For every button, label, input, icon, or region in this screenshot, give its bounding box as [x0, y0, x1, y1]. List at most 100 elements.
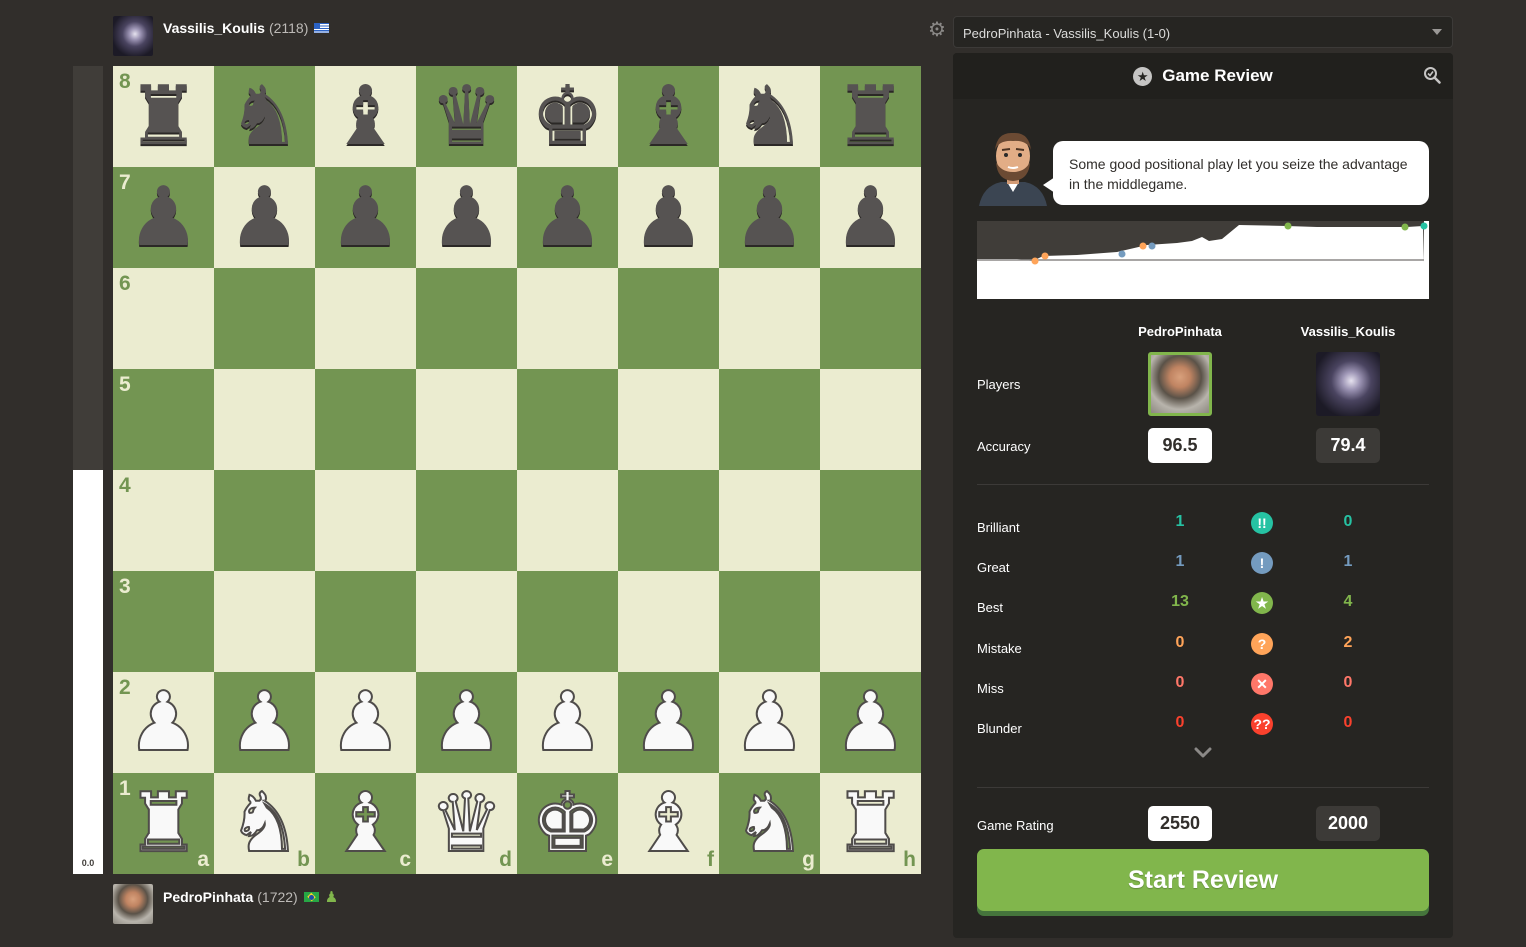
board-square-e1[interactable]: e ♚: [517, 773, 618, 874]
graph-marker[interactable]: [1139, 242, 1147, 250]
board-square-e2[interactable]: ♟: [517, 672, 618, 773]
board-square-a8[interactable]: 8 ♜: [113, 66, 214, 167]
black-piece[interactable]: ♜: [834, 75, 908, 158]
board-square-f8[interactable]: ♝: [618, 66, 719, 167]
board-square-f2[interactable]: ♟: [618, 672, 719, 773]
start-review-button[interactable]: Start Review: [977, 849, 1429, 911]
black-piece[interactable]: ♟: [430, 176, 504, 259]
avatar[interactable]: [113, 16, 153, 56]
board-square-g3[interactable]: [719, 571, 820, 672]
board-square-a7[interactable]: 7 ♟: [113, 167, 214, 268]
board-square-e3[interactable]: [517, 571, 618, 672]
white-piece[interactable]: ♜: [833, 781, 909, 865]
board-square-b6[interactable]: [214, 268, 315, 369]
board-square-c6[interactable]: [315, 268, 416, 369]
white-piece[interactable]: ♟: [429, 680, 505, 764]
board-square-g2[interactable]: ♟: [719, 672, 820, 773]
chevron-down-icon[interactable]: [1194, 746, 1212, 760]
player-name[interactable]: Vassilis_Koulis: [163, 20, 265, 36]
board-square-c7[interactable]: ♟: [315, 167, 416, 268]
player-name[interactable]: PedroPinhata: [163, 889, 253, 905]
board-square-h4[interactable]: [820, 470, 921, 571]
board-square-h7[interactable]: ♟: [820, 167, 921, 268]
graph-marker[interactable]: [1118, 250, 1126, 258]
black-piece[interactable]: ♟: [531, 176, 605, 259]
board-square-c8[interactable]: ♝: [315, 66, 416, 167]
board-square-a2[interactable]: 2 ♟: [113, 672, 214, 773]
board-square-d4[interactable]: [416, 470, 517, 571]
white-piece[interactable]: ♝: [328, 781, 404, 865]
board-square-c3[interactable]: [315, 571, 416, 672]
board-square-a3[interactable]: 3: [113, 571, 214, 672]
board-square-f1[interactable]: f ♝: [618, 773, 719, 874]
white-piece[interactable]: ♟: [126, 680, 202, 764]
avatar[interactable]: [113, 884, 153, 924]
board-square-b7[interactable]: ♟: [214, 167, 315, 268]
board-square-b4[interactable]: [214, 470, 315, 571]
board-square-d2[interactable]: ♟: [416, 672, 517, 773]
black-piece[interactable]: ♛: [430, 75, 504, 158]
board-square-g7[interactable]: ♟: [719, 167, 820, 268]
board-square-e7[interactable]: ♟: [517, 167, 618, 268]
board-square-a4[interactable]: 4: [113, 470, 214, 571]
board-square-h5[interactable]: [820, 369, 921, 470]
evaluation-graph[interactable]: [977, 221, 1429, 299]
board-square-h8[interactable]: ♜: [820, 66, 921, 167]
board-square-f5[interactable]: [618, 369, 719, 470]
board-square-d8[interactable]: ♛: [416, 66, 517, 167]
board-square-d5[interactable]: [416, 369, 517, 470]
black-piece[interactable]: ♟: [228, 176, 302, 259]
board-square-g8[interactable]: ♞: [719, 66, 820, 167]
board-square-b2[interactable]: ♟: [214, 672, 315, 773]
white-piece[interactable]: ♛: [429, 781, 505, 865]
black-piece[interactable]: ♝: [632, 75, 706, 158]
board-square-a1[interactable]: 1 a ♜: [113, 773, 214, 874]
white-piece[interactable]: ♝: [631, 781, 707, 865]
black-piece[interactable]: ♟: [127, 176, 201, 259]
board-square-a6[interactable]: 6: [113, 268, 214, 369]
board-square-g1[interactable]: g ♞: [719, 773, 820, 874]
white-piece[interactable]: ♞: [732, 781, 808, 865]
board-square-b3[interactable]: [214, 571, 315, 672]
board-square-h6[interactable]: [820, 268, 921, 369]
board-square-d7[interactable]: ♟: [416, 167, 517, 268]
board-square-c2[interactable]: ♟: [315, 672, 416, 773]
board-square-f4[interactable]: [618, 470, 719, 571]
black-piece[interactable]: ♞: [733, 75, 807, 158]
board-square-f6[interactable]: [618, 268, 719, 369]
black-piece[interactable]: ♟: [632, 176, 706, 259]
graph-marker[interactable]: [1284, 222, 1292, 230]
white-piece[interactable]: ♟: [833, 680, 909, 764]
graph-marker[interactable]: [1401, 223, 1409, 231]
black-piece[interactable]: ♝: [329, 75, 403, 158]
board-square-h3[interactable]: [820, 571, 921, 672]
board-square-a5[interactable]: 5: [113, 369, 214, 470]
graph-marker[interactable]: [1148, 242, 1156, 250]
white-piece[interactable]: ♟: [227, 680, 303, 764]
board-square-g4[interactable]: [719, 470, 820, 571]
board-square-c4[interactable]: [315, 470, 416, 571]
board-square-f7[interactable]: ♟: [618, 167, 719, 268]
game-select-dropdown[interactable]: PedroPinhata - Vassilis_Koulis (1-0): [953, 16, 1453, 48]
magnify-icon[interactable]: [1423, 66, 1441, 84]
board-square-d6[interactable]: [416, 268, 517, 369]
board-square-b5[interactable]: [214, 369, 315, 470]
board-square-f3[interactable]: [618, 571, 719, 672]
white-piece[interactable]: ♟: [530, 680, 606, 764]
white-piece[interactable]: ♚: [530, 781, 606, 865]
white-player-avatar[interactable]: [1148, 352, 1212, 416]
graph-marker[interactable]: [1041, 252, 1049, 260]
chess-board[interactable]: 8 ♜ ♞ ♝ ♛ ♚ ♝ ♞ ♜ 7 ♟ ♟ ♟ ♟ ♟ ♟ ♟ ♟ 6 5 4 3 2 ♟ ♟ ♟ ♟ ♟ ♟ ♟ ♟ 1 a ♜ b ♞ c ♝ d ♛…: [113, 66, 921, 874]
white-piece[interactable]: ♜: [126, 781, 202, 865]
black-player-avatar[interactable]: [1316, 352, 1380, 416]
board-square-e8[interactable]: ♚: [517, 66, 618, 167]
gear-icon[interactable]: ⚙: [928, 17, 946, 42]
board-square-b1[interactable]: b ♞: [214, 773, 315, 874]
graph-marker[interactable]: [1031, 257, 1039, 265]
board-square-b8[interactable]: ♞: [214, 66, 315, 167]
board-square-c1[interactable]: c ♝: [315, 773, 416, 874]
white-piece[interactable]: ♟: [328, 680, 404, 764]
white-piece[interactable]: ♞: [227, 781, 303, 865]
black-piece[interactable]: ♟: [733, 176, 807, 259]
black-piece[interactable]: ♞: [228, 75, 302, 158]
